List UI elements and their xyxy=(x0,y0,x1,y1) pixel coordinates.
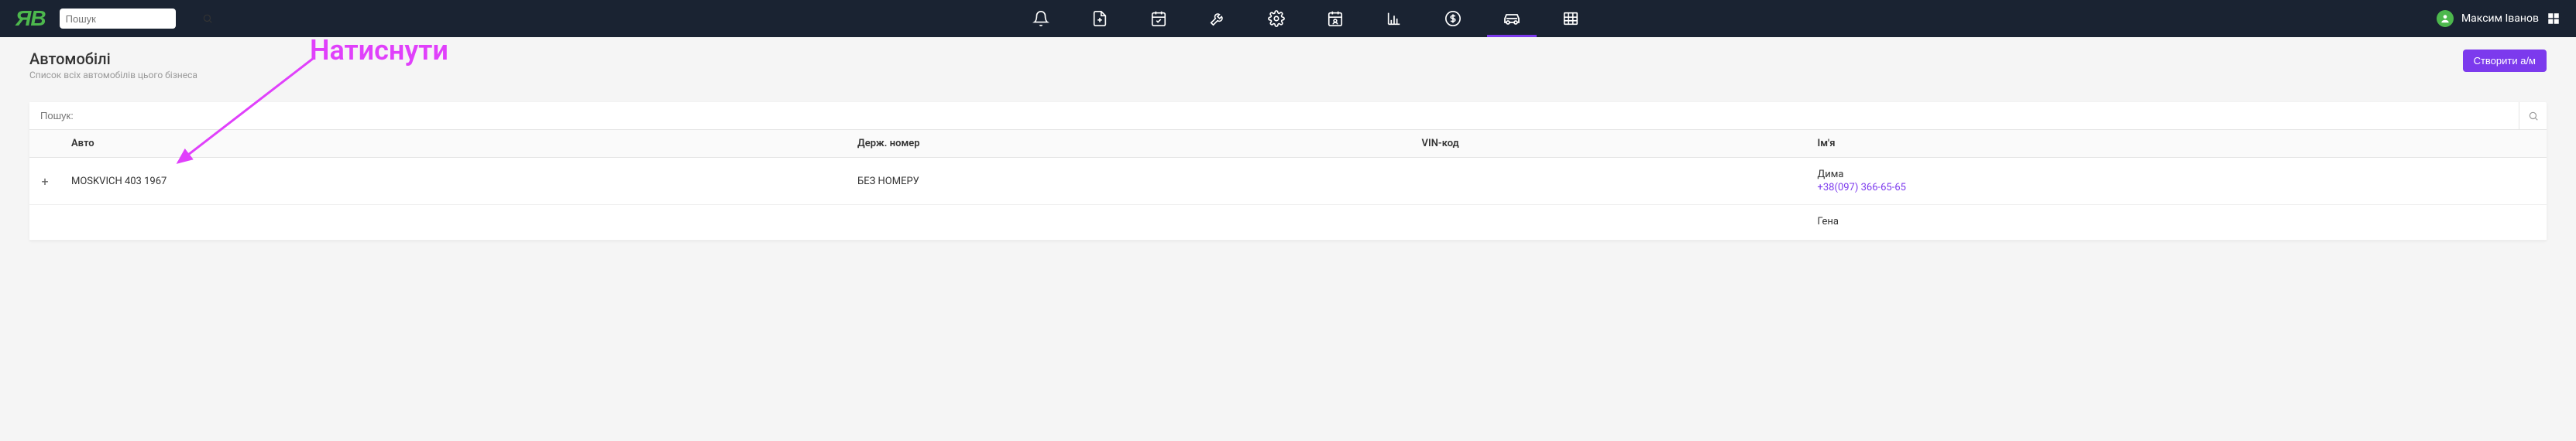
user-name[interactable]: Максим Іванов xyxy=(2461,12,2539,25)
top-navbar: ЯВ xyxy=(0,0,2576,37)
calendar-check-icon[interactable] xyxy=(1149,9,1168,28)
owner-name: Дима xyxy=(1818,169,2537,180)
bell-icon[interactable] xyxy=(1032,9,1050,28)
avatar[interactable] xyxy=(2437,10,2454,27)
new-document-icon[interactable] xyxy=(1091,9,1109,28)
cell-owner: Дима +38(097) 366-65-65 xyxy=(1807,158,2547,205)
cell-plate xyxy=(847,205,1411,241)
cell-owner: Гена xyxy=(1807,205,2547,241)
global-search[interactable] xyxy=(60,9,176,29)
table-row[interactable]: Гена xyxy=(29,205,2547,241)
th-plate[interactable]: Держ. номер xyxy=(847,130,1411,158)
table-row[interactable]: + MOSKVICH 403 1967 БЕЗ НОМЕРУ Дима +38(… xyxy=(29,158,2547,205)
calendar-user-icon[interactable] xyxy=(1326,9,1345,28)
cell-vin xyxy=(1411,205,1807,241)
dollar-icon[interactable] xyxy=(1444,9,1462,28)
page-subtitle: Список всіх автомобілів цього бізнеса xyxy=(29,70,197,80)
chart-icon[interactable] xyxy=(1385,9,1403,28)
create-car-button[interactable]: Створити а/м xyxy=(2463,50,2547,72)
th-owner[interactable]: Ім'я xyxy=(1807,130,2547,158)
gear-icon[interactable] xyxy=(1267,9,1286,28)
cell-plate: БЕЗ НОМЕРУ xyxy=(847,158,1411,205)
page-title: Автомобілі xyxy=(29,50,197,68)
page-header: Автомобілі Список всіх автомобілів цього… xyxy=(0,37,2576,87)
cars-table: Авто Держ. номер VIN-код Ім'я + MOSKVICH… xyxy=(29,130,2547,241)
owner-phone-link[interactable]: +38(097) 366-65-65 xyxy=(1818,182,1906,193)
table-search-input[interactable] xyxy=(29,102,2519,129)
cell-auto xyxy=(60,205,847,241)
cars-table-card: Авто Держ. номер VIN-код Ім'я + MOSKVICH… xyxy=(29,102,2547,241)
table-search-icon[interactable] xyxy=(2519,102,2547,129)
owner-name: Гена xyxy=(1818,216,2537,227)
wrench-icon[interactable] xyxy=(1208,9,1227,28)
cell-auto: MOSKVICH 403 1967 xyxy=(60,158,847,205)
global-search-input[interactable] xyxy=(66,13,202,25)
th-auto[interactable]: Авто xyxy=(60,130,847,158)
expand-row-button[interactable]: + xyxy=(41,174,48,189)
car-icon[interactable] xyxy=(1503,9,1521,28)
th-vin[interactable]: VIN-код xyxy=(1411,130,1807,158)
table-icon[interactable] xyxy=(1561,9,1580,28)
logo[interactable]: ЯВ xyxy=(15,6,46,31)
apps-grid-icon[interactable] xyxy=(2547,12,2561,26)
cell-vin xyxy=(1411,158,1807,205)
